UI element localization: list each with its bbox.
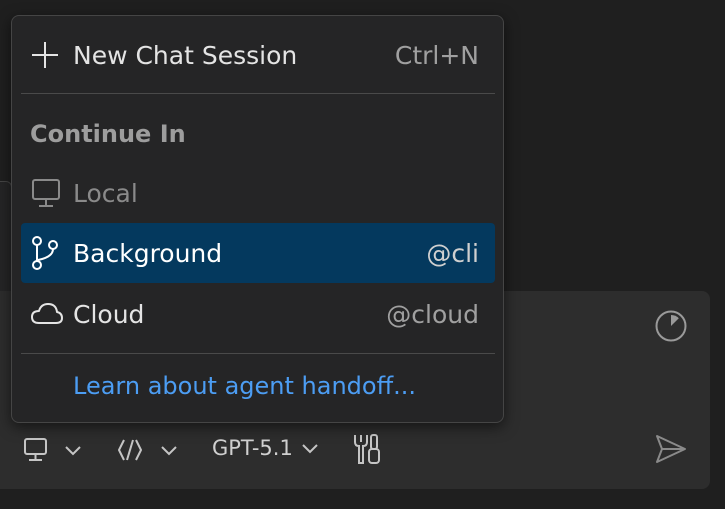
session-menu: New Chat Session Ctrl+N Continue In Loca… — [11, 15, 504, 423]
git-branch-icon — [30, 235, 64, 271]
chevron-down-icon — [301, 442, 319, 454]
chevron-down-icon — [64, 444, 82, 456]
tools-button[interactable] — [350, 432, 382, 466]
menu-separator — [21, 353, 495, 354]
menu-separator — [21, 93, 495, 94]
new-chat-session-item[interactable]: New Chat Session Ctrl+N — [21, 25, 495, 85]
model-picker[interactable]: GPT-5.1 — [212, 436, 319, 460]
menu-item-label: New Chat Session — [73, 40, 298, 70]
model-label: GPT-5.1 — [212, 436, 293, 460]
menu-item-local: Local — [21, 163, 495, 223]
monitor-icon — [22, 437, 50, 463]
agent-mode-icon — [116, 437, 144, 463]
plus-icon — [30, 40, 64, 70]
menu-item-label: Local — [73, 178, 138, 208]
shortcut-label: @cloud — [386, 299, 479, 329]
chevron-down-icon — [160, 444, 178, 456]
tools-icon — [350, 432, 382, 466]
agent-handoff-link[interactable]: Learn about agent handoff... — [73, 372, 416, 400]
session-target-button[interactable] — [22, 437, 82, 463]
monitor-icon — [30, 178, 64, 208]
menu-item-cloud[interactable]: Cloud @cloud — [21, 284, 495, 344]
shortcut-label: @cli — [426, 238, 479, 268]
send-button[interactable] — [654, 432, 688, 466]
context-progress-icon[interactable] — [654, 309, 688, 343]
menu-item-background[interactable]: Background @cli — [21, 223, 495, 283]
cloud-icon — [30, 301, 64, 327]
send-icon — [654, 432, 688, 466]
agent-mode-button[interactable] — [116, 437, 178, 463]
menu-item-label: Background — [73, 238, 223, 268]
section-header: Continue In — [30, 120, 186, 148]
menu-item-label: Cloud — [73, 299, 145, 329]
shortcut-label: Ctrl+N — [394, 40, 479, 70]
